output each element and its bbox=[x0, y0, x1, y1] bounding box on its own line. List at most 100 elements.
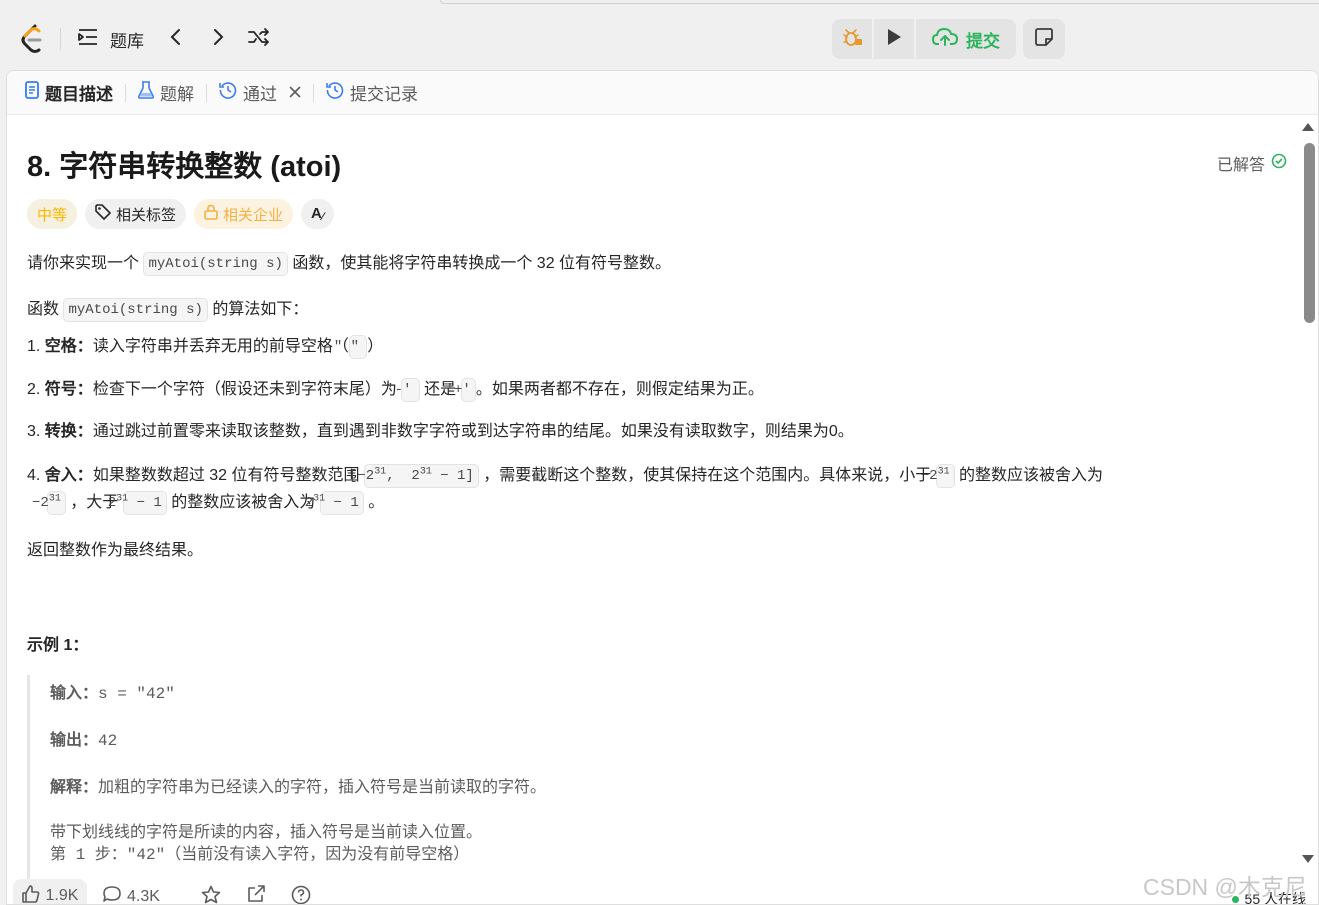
inline-code: −231 bbox=[32, 490, 66, 515]
step-text: 通过跳过前置零来读取该整数，直到遇到非数字字符或到达字符串的结尾。如果没有读取数… bbox=[92, 423, 854, 440]
scroll-down-arrow[interactable] bbox=[1302, 855, 1314, 863]
step-text: 的整数应该被舍入为 bbox=[171, 494, 316, 511]
algo-post-text: 的算法如下： bbox=[212, 301, 309, 319]
translate-button[interactable]: A⁄ bbox=[301, 199, 334, 229]
inline-code: myAtoi(string s) bbox=[143, 252, 288, 276]
help-button[interactable] bbox=[291, 885, 311, 904]
favorite-button[interactable] bbox=[201, 885, 221, 904]
tab-accepted[interactable]: 通过 bbox=[215, 71, 305, 115]
scroll-up-arrow[interactable] bbox=[1302, 123, 1314, 131]
example-explain-label: 解释： bbox=[50, 779, 99, 796]
tab-description-label: 题目描述 bbox=[45, 85, 113, 104]
notes-button[interactable] bbox=[1023, 19, 1065, 59]
note-icon bbox=[1035, 27, 1053, 51]
like-count: 1.9K bbox=[45, 887, 79, 904]
leetcode-logo-icon[interactable] bbox=[20, 24, 46, 54]
problem-list-button[interactable]: 题库 bbox=[78, 28, 144, 51]
related-companies-label: 相关企业 bbox=[223, 206, 284, 224]
step-text: 读入字符串并丢弃无用的前导空格（ bbox=[92, 338, 349, 356]
algorithm-steps: 1. 空格：读入字符串并丢弃无用的前导空格（" "） 2. 符号：检查下一个字符… bbox=[27, 335, 1267, 535]
intro-paragraph: 请你来实现一个 myAtoi(string s) 函数，使其能将字符串转换成一个… bbox=[27, 252, 671, 276]
question-circle-icon bbox=[291, 885, 311, 904]
cloud-upload-icon bbox=[931, 27, 959, 52]
step-label: 符号： bbox=[44, 381, 93, 399]
related-topics-button[interactable]: 相关标签 bbox=[85, 199, 187, 229]
window-edge bbox=[440, 0, 1319, 4]
step-text: ） bbox=[367, 338, 384, 356]
inline-code: −231 bbox=[921, 463, 955, 488]
run-button[interactable] bbox=[874, 19, 914, 59]
comments-button[interactable]: 4.3K bbox=[103, 885, 160, 904]
inline-code: '-' bbox=[386, 378, 420, 402]
step-label: 舍入： bbox=[44, 467, 93, 484]
tag-icon bbox=[95, 204, 111, 224]
divider bbox=[60, 28, 61, 50]
tab-solutions[interactable]: 题解 bbox=[134, 71, 198, 115]
difficulty-label: 中等 bbox=[37, 206, 68, 224]
history-icon bbox=[219, 81, 237, 104]
tab-solutions-label: 题解 bbox=[160, 85, 194, 104]
comment-icon bbox=[103, 885, 121, 904]
thumbs-up-icon bbox=[21, 884, 40, 905]
debug-button[interactable] bbox=[832, 19, 872, 59]
inline-code: " " bbox=[334, 335, 368, 359]
inline-code: 231 − 1 bbox=[305, 490, 364, 515]
tab-description[interactable]: 题目描述 bbox=[21, 71, 117, 115]
example-title: 示例 1： bbox=[27, 637, 89, 654]
inline-code: myAtoi(string s) bbox=[63, 298, 208, 322]
submit-label: 提交 bbox=[966, 31, 1000, 51]
share-icon bbox=[247, 885, 265, 904]
flask-icon bbox=[137, 81, 155, 104]
scrollbar-thumb[interactable] bbox=[1304, 143, 1315, 323]
problem-content: 8. 字符串转换整数 (atoi) 已解答 中等 相关标签 相关企业 A⁄ 请你… bbox=[27, 115, 1287, 904]
random-problem-button[interactable] bbox=[248, 27, 270, 50]
solved-status: 已解答 bbox=[1217, 151, 1287, 175]
watermark: CSDN @木克尼 bbox=[1143, 874, 1307, 900]
return-paragraph: 返回整数作为最终结果。 bbox=[27, 542, 204, 559]
list-item: 1. 空格：读入字符串并丢弃无用的前导空格（" "） bbox=[27, 335, 1267, 359]
step-text: 如果整数数超过 32 位有符号整数范围 bbox=[92, 467, 360, 484]
algo-pre-text: 函数 bbox=[27, 301, 60, 319]
like-button[interactable]: 1.9K bbox=[13, 879, 87, 905]
related-topics-label: 相关标签 bbox=[116, 206, 177, 224]
step-label: 转换： bbox=[44, 423, 93, 440]
list-item: 4. 舍入：如果整数数超过 32 位有符号整数范围 [−231, 231 − 1… bbox=[27, 462, 1267, 516]
step-text: ，需要截断这个整数，使其保持在这个范围内。具体来说，小于 bbox=[483, 467, 932, 484]
submit-button[interactable]: 提交 bbox=[916, 19, 1016, 59]
tab-divider bbox=[313, 83, 314, 102]
close-icon[interactable] bbox=[289, 83, 301, 103]
algo-paragraph: 函数 myAtoi(string s) 的算法如下： bbox=[27, 298, 308, 322]
example-block: 输入：s = "42" 输出：42 解释：加粗的字符串为已经读入的字符，插入符号… bbox=[27, 675, 1267, 904]
problem-list-label: 题库 bbox=[110, 31, 144, 51]
step-label: 空格： bbox=[44, 338, 93, 356]
tab-divider bbox=[125, 83, 126, 102]
tab-submissions[interactable]: 提交记录 bbox=[322, 71, 422, 115]
example-explanation: 解释：加粗的字符串为已经读入的字符，插入符号是当前读取的字符。 bbox=[50, 773, 546, 797]
example-input-label: 输入： bbox=[50, 685, 99, 702]
bottom-bar: 1.9K 4.3K 55 人在线 bbox=[7, 877, 1318, 905]
tab-divider bbox=[206, 83, 207, 102]
run-submit-group: 提交 bbox=[832, 19, 1016, 59]
chevron-left-icon bbox=[168, 27, 184, 52]
related-companies-button[interactable]: 相关企业 bbox=[194, 199, 294, 229]
step-text: 。如果两者都不存在，则假定结果为正。 bbox=[475, 381, 764, 399]
difficulty-badge: 中等 bbox=[27, 199, 78, 229]
example-note: 带下划线线的字符是所读的内容，插入符号是当前读入位置。 bbox=[50, 824, 483, 841]
check-circle-icon bbox=[1271, 153, 1287, 174]
star-icon bbox=[201, 885, 221, 904]
history-icon bbox=[326, 81, 344, 104]
tab-accepted-label: 通过 bbox=[243, 85, 277, 104]
problem-tags: 中等 相关标签 相关企业 A⁄ bbox=[27, 199, 334, 229]
intro-pre-text: 请你来实现一个 bbox=[27, 255, 140, 273]
intro-post-text: 函数，使其能将字符串转换成一个 32 位有符号整数。 bbox=[292, 255, 672, 273]
prev-problem-button[interactable] bbox=[168, 28, 184, 50]
example-output-value: 42 bbox=[98, 732, 118, 750]
play-icon bbox=[886, 28, 902, 51]
example-input: 输入：s = "42" bbox=[50, 679, 175, 703]
next-problem-button[interactable] bbox=[210, 28, 226, 50]
example-input-value: s = "42" bbox=[98, 685, 175, 703]
share-button[interactable] bbox=[247, 885, 265, 904]
panel-tabs: 题目描述 题解 通过 提交记录 bbox=[7, 71, 1318, 115]
tab-submissions-label: 提交记录 bbox=[350, 85, 418, 104]
problem-title: 8. 字符串转换整数 (atoi) bbox=[27, 151, 342, 183]
